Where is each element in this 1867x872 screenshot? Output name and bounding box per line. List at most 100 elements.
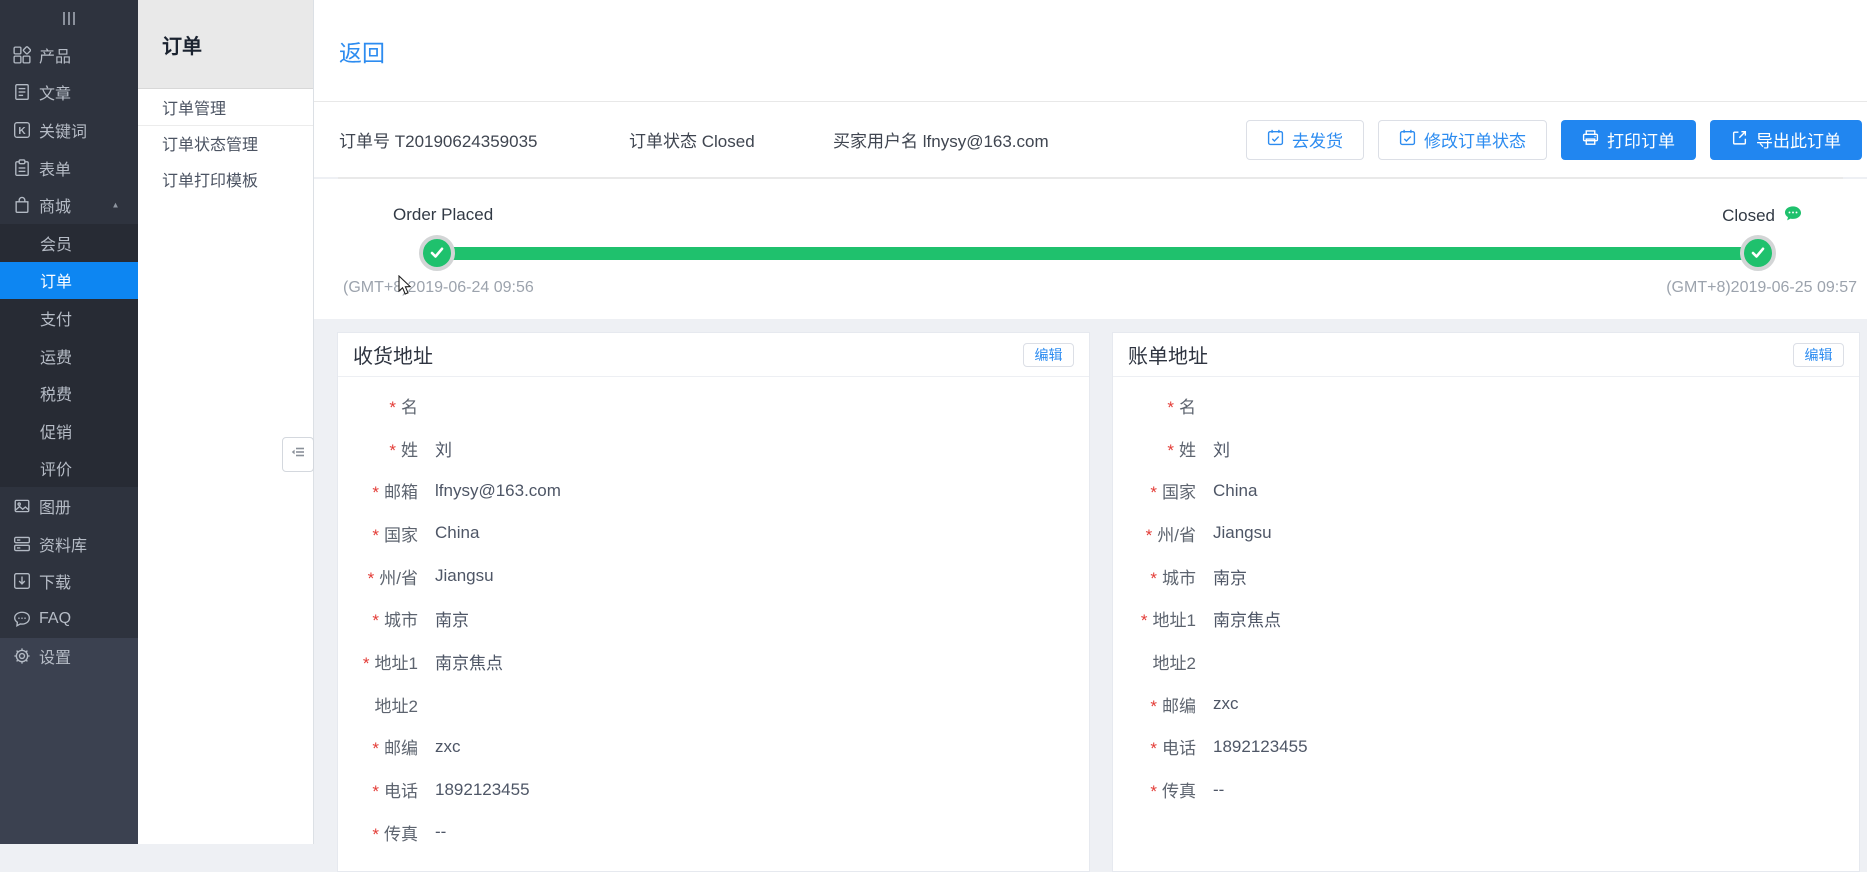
field-label: *电话 xyxy=(338,777,418,802)
field-label: *地址1 xyxy=(1113,606,1196,631)
field-label: *州/省 xyxy=(338,564,418,589)
sidebar-submenu: 会员订单支付运费税费促销评价 xyxy=(0,224,138,487)
required-asterisk: * xyxy=(1141,611,1148,630)
export-button[interactable]: 导出此订单 xyxy=(1710,120,1862,160)
field-value: zxc xyxy=(435,737,461,757)
shipping-edit-button[interactable]: 编辑 xyxy=(1023,343,1074,367)
field-value: 南京 xyxy=(435,606,469,631)
field-label: *州/省 xyxy=(1113,521,1196,546)
sidebar-item-shipping-fee[interactable]: 运费 xyxy=(0,337,138,375)
sidebar-item-members[interactable]: 会员 xyxy=(0,224,138,262)
svg-text:K: K xyxy=(18,126,26,137)
field-label: 地址2 xyxy=(1113,649,1196,674)
required-asterisk: * xyxy=(372,739,379,758)
address-field-row: *传真-- xyxy=(1113,768,1859,811)
address-field-row: *姓刘 xyxy=(338,427,1089,470)
sidebar-item-products[interactable]: 产品 xyxy=(0,36,138,74)
sidebar-item-reviews[interactable]: 评价 xyxy=(0,450,138,488)
timeline-end-label: Closed xyxy=(1722,206,1775,226)
order-number: 订单号 T20190624359035 xyxy=(339,127,629,152)
field-value: 南京 xyxy=(1213,564,1247,589)
field-label: *邮编 xyxy=(338,734,418,759)
sidebar-item-faq[interactable]: FAQ xyxy=(0,600,138,638)
field-value: China xyxy=(1213,481,1257,501)
button-label: 导出此订单 xyxy=(1756,127,1841,152)
address-field-row: *名 xyxy=(338,384,1089,427)
required-asterisk: * xyxy=(1150,739,1157,758)
order-status-value: Closed xyxy=(702,132,755,151)
field-label: *名 xyxy=(338,393,418,418)
sidebar-item-keywords[interactable]: K关键词 xyxy=(0,111,138,149)
field-value: -- xyxy=(1213,780,1224,800)
main-sidebar: 产品文章K关键词表单商城▲会员订单支付运费税费促销评价图册资料库下载FAQ 设置 xyxy=(0,0,138,844)
billing-edit-button[interactable]: 编辑 xyxy=(1793,343,1844,367)
order-info-bar: 订单号 T20190624359035 订单状态 Closed 买家用户名 lf… xyxy=(314,102,1867,177)
subnav-title: 订单 xyxy=(138,0,313,89)
required-asterisk: * xyxy=(1150,697,1157,716)
field-label: *城市 xyxy=(338,606,418,631)
sidebar-item-library[interactable]: 资料库 xyxy=(0,525,138,563)
field-value: Jiangsu xyxy=(435,566,494,586)
order-status-label: 订单状态 xyxy=(629,132,697,151)
sidebar-item-promotion[interactable]: 促销 xyxy=(0,412,138,450)
subnav-item-order-management[interactable]: 订单管理 xyxy=(138,89,313,126)
sidebar-item-label: 运费 xyxy=(40,344,72,368)
sidebar-collapse-icon[interactable] xyxy=(0,0,138,36)
field-value: Jiangsu xyxy=(1213,523,1272,543)
subnav-toggle-button[interactable] xyxy=(282,437,314,472)
button-label: 去发货 xyxy=(1292,127,1343,152)
shipping-fields: *名*姓刘*邮箱lfnysy@163.com*国家China*州/省Jiangs… xyxy=(338,377,1089,854)
field-value: China xyxy=(435,523,479,543)
gallery-icon xyxy=(13,497,31,515)
field-label: *邮箱 xyxy=(338,478,418,503)
ship-button[interactable]: 去发货 xyxy=(1246,120,1364,160)
sidebar-item-articles[interactable]: 文章 xyxy=(0,74,138,112)
sidebar-item-payment[interactable]: 支付 xyxy=(0,299,138,337)
sidebar-item-label: 产品 xyxy=(39,43,71,67)
address-field-row: *地址1南京焦点 xyxy=(1113,597,1859,640)
timeline-start-time: (GMT+8)2019-06-24 09:56 xyxy=(343,279,534,297)
required-asterisk: * xyxy=(1146,526,1153,545)
address-field-row: *邮编zxc xyxy=(1113,683,1859,726)
subnav-item-order-status-management[interactable]: 订单状态管理 xyxy=(138,126,313,162)
address-field-row: *传真-- xyxy=(338,811,1089,854)
sidebar-item-gallery[interactable]: 图册 xyxy=(0,487,138,525)
sidebar-item-mall[interactable]: 商城▲ xyxy=(0,186,138,224)
sidebar-item-orders[interactable]: 订单 xyxy=(0,262,138,300)
order-number-label: 订单号 xyxy=(339,132,390,151)
back-link[interactable]: 返回 xyxy=(339,34,385,68)
field-label: *国家 xyxy=(1113,478,1196,503)
sidebar-item-forms[interactable]: 表单 xyxy=(0,149,138,187)
required-asterisk: * xyxy=(363,654,370,673)
sidebar-item-label: 下载 xyxy=(39,569,71,593)
comment-badge-icon[interactable] xyxy=(1783,205,1803,227)
field-value: zxc xyxy=(1213,694,1239,714)
field-label: *电话 xyxy=(1113,734,1196,759)
sidebar-item-label: 促销 xyxy=(40,419,72,443)
field-label: *姓 xyxy=(1113,436,1196,461)
sidebar-item-download[interactable]: 下载 xyxy=(0,562,138,600)
button-label: 修改订单状态 xyxy=(1424,127,1526,152)
library-icon xyxy=(13,535,31,553)
sidebar-item-label: 订单 xyxy=(40,268,72,292)
required-asterisk: * xyxy=(1150,483,1157,502)
mouse-cursor xyxy=(398,275,413,301)
export-icon xyxy=(1731,129,1748,151)
sidebar-item-settings[interactable]: 设置 xyxy=(0,638,138,676)
address-field-row: *邮编 zxc xyxy=(338,726,1089,769)
address-field-row: *州/省 Jiangsu xyxy=(338,555,1089,598)
subnav-item-order-print-template[interactable]: 订单打印模板 xyxy=(138,161,313,197)
sidebar-item-label: 商城 xyxy=(39,193,71,217)
required-asterisk: * xyxy=(372,825,379,844)
sidebar-item-tax[interactable]: 税费 xyxy=(0,374,138,412)
print-button[interactable]: 打印订单 xyxy=(1561,120,1696,160)
field-value: -- xyxy=(435,822,446,842)
modify-status-button[interactable]: 修改订单状态 xyxy=(1378,120,1547,160)
sidebar-item-label: 资料库 xyxy=(39,532,87,556)
required-asterisk: * xyxy=(1167,398,1174,417)
required-asterisk: * xyxy=(368,569,375,588)
field-value: 刘 xyxy=(435,436,452,461)
billing-panel-header: 账单地址 编辑 xyxy=(1113,333,1859,377)
timeline-end-check-icon xyxy=(1740,235,1776,271)
sidebar-item-label: 会员 xyxy=(40,231,72,255)
